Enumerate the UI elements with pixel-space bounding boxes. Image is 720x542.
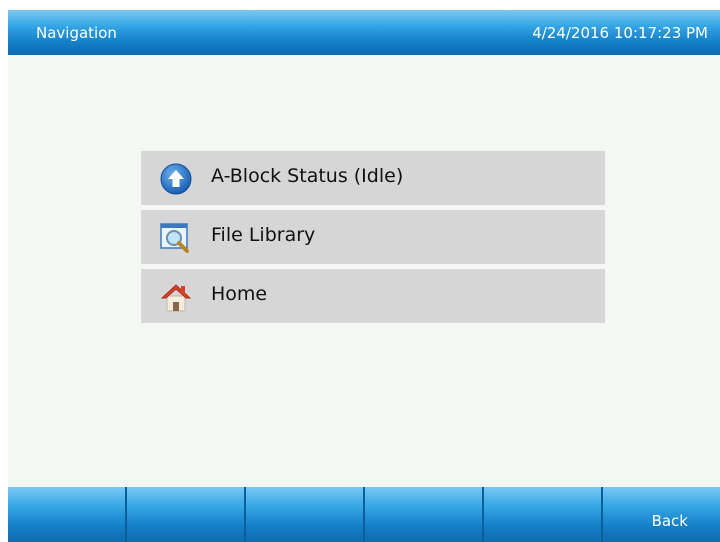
menu-item-a-block-status[interactable]: A-Block Status (Idle) [141,151,605,205]
page-title: Navigation [36,24,117,42]
softkey-1-button[interactable] [8,487,127,542]
menu-item-label: A-Block Status (Idle) [211,165,404,187]
softkey-2-button[interactable] [127,487,246,542]
softkey-5-button[interactable] [484,487,603,542]
menu-item-file-library[interactable]: File Library [141,210,605,264]
back-button-label: Back [651,512,688,530]
magnifier-icon [159,221,193,255]
upload-arrow-icon [159,162,193,196]
softkey-bar: Back [8,487,720,542]
menu-item-home[interactable]: Home [141,269,605,323]
softkey-4-button[interactable] [365,487,484,542]
back-button[interactable]: Back [603,487,720,542]
softkey-3-button[interactable] [246,487,365,542]
title-bar: Navigation 4/24/2016 10:17:23 PM [8,10,720,55]
menu-item-label: Home [211,283,268,305]
datetime-display: 4/24/2016 10:17:23 PM [532,24,708,42]
home-icon [159,280,193,314]
menu-item-label: File Library [211,224,316,246]
navigation-panel: A-Block Status (Idle) File Library Home [8,55,720,487]
